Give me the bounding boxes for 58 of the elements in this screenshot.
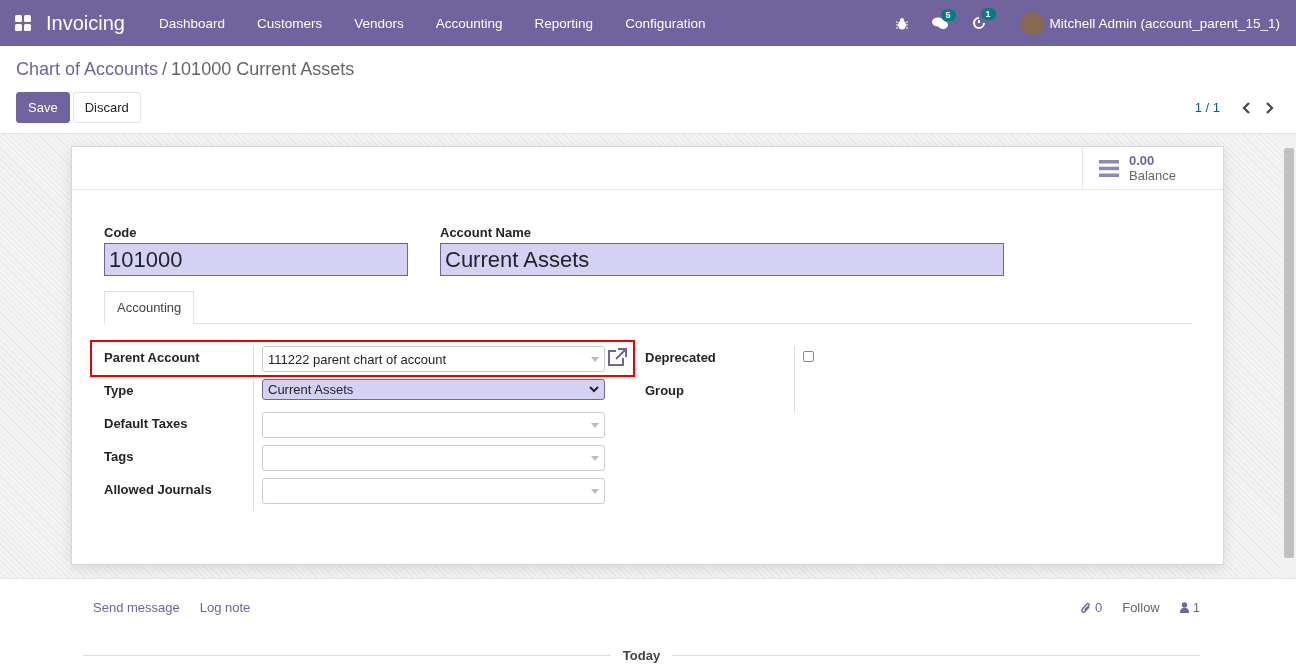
avatar-icon (1019, 11, 1044, 35)
paperclip-icon (1080, 601, 1091, 614)
chat-icon[interactable] (931, 16, 948, 30)
dropdown-field[interactable] (262, 445, 605, 471)
tab[interactable]: Accounting (104, 291, 195, 324)
field-label: Type (104, 379, 254, 412)
menu-item[interactable]: Vendors (338, 15, 420, 31)
clock-icon[interactable] (971, 16, 986, 30)
field-label: Deprecated (645, 346, 795, 379)
code-field[interactable]: 101000 (104, 243, 408, 276)
save-button[interactable]: Save (16, 92, 70, 123)
user-menu[interactable]: Mitchell Admin (account_parent_15_1) (1019, 11, 1280, 35)
activity-count-badge: 1 (980, 8, 996, 20)
chevron-right-icon[interactable] (1265, 101, 1274, 114)
checkbox[interactable] (803, 351, 814, 362)
breadcrumb-separator: / (162, 58, 168, 80)
list-icon (1099, 159, 1119, 177)
field-label: Default Taxes (104, 412, 254, 445)
menu-item[interactable]: Accounting (419, 15, 519, 31)
balance-stat-button[interactable]: 0.00 Balance (1082, 147, 1223, 189)
date-separator: Today (622, 648, 661, 663)
external-link-icon[interactable] (607, 348, 627, 366)
send-message-link[interactable]: Send message (93, 600, 180, 615)
app-name[interactable]: Invoicing (46, 11, 125, 35)
field-label: Parent Account (104, 346, 254, 375)
breadcrumb-current: 101000 Current Assets (171, 58, 355, 80)
attachments-button[interactable]: 0 (1080, 600, 1103, 615)
dropdown-field[interactable] (262, 478, 605, 504)
dropdown-field[interactable]: 111222 parent chart of account (262, 346, 605, 372)
apps-grid-icon[interactable] (14, 14, 32, 32)
caret-icon (591, 488, 599, 494)
discard-button[interactable]: Discard (72, 92, 141, 123)
account-name-field[interactable]: Current Assets (440, 243, 1004, 276)
caret-icon (591, 356, 599, 362)
chevron-left-icon[interactable] (1242, 101, 1251, 114)
follow-button[interactable]: Follow (1122, 600, 1160, 615)
field-label: Tags (104, 445, 254, 478)
followers-button[interactable]: 1 (1179, 600, 1200, 615)
field-label: Account Name (440, 225, 533, 240)
pager-value[interactable]: 1 / 1 (1194, 100, 1220, 115)
field-label: Group (645, 379, 795, 412)
log-note-link[interactable]: Log note (199, 600, 251, 615)
field-label: Allowed Journals (104, 478, 254, 511)
menu-item[interactable]: Configuration (609, 15, 722, 31)
scrollbar[interactable] (1282, 134, 1296, 578)
field-label: Code (104, 225, 138, 240)
caret-icon (591, 422, 599, 428)
message-count-badge: 5 (940, 8, 956, 21)
type-select[interactable]: Current Assets (262, 379, 605, 400)
breadcrumb-link[interactable]: Chart of Accounts (16, 58, 159, 80)
person-icon (1179, 602, 1189, 613)
bug-icon[interactable] (895, 16, 908, 30)
chevron-down-icon (589, 386, 599, 393)
caret-icon (591, 455, 599, 461)
menu-item[interactable]: Customers (241, 15, 339, 31)
menu-item[interactable]: Reporting (518, 15, 610, 31)
menu-item[interactable]: Dashboard (142, 15, 241, 31)
dropdown-field[interactable] (262, 412, 605, 438)
